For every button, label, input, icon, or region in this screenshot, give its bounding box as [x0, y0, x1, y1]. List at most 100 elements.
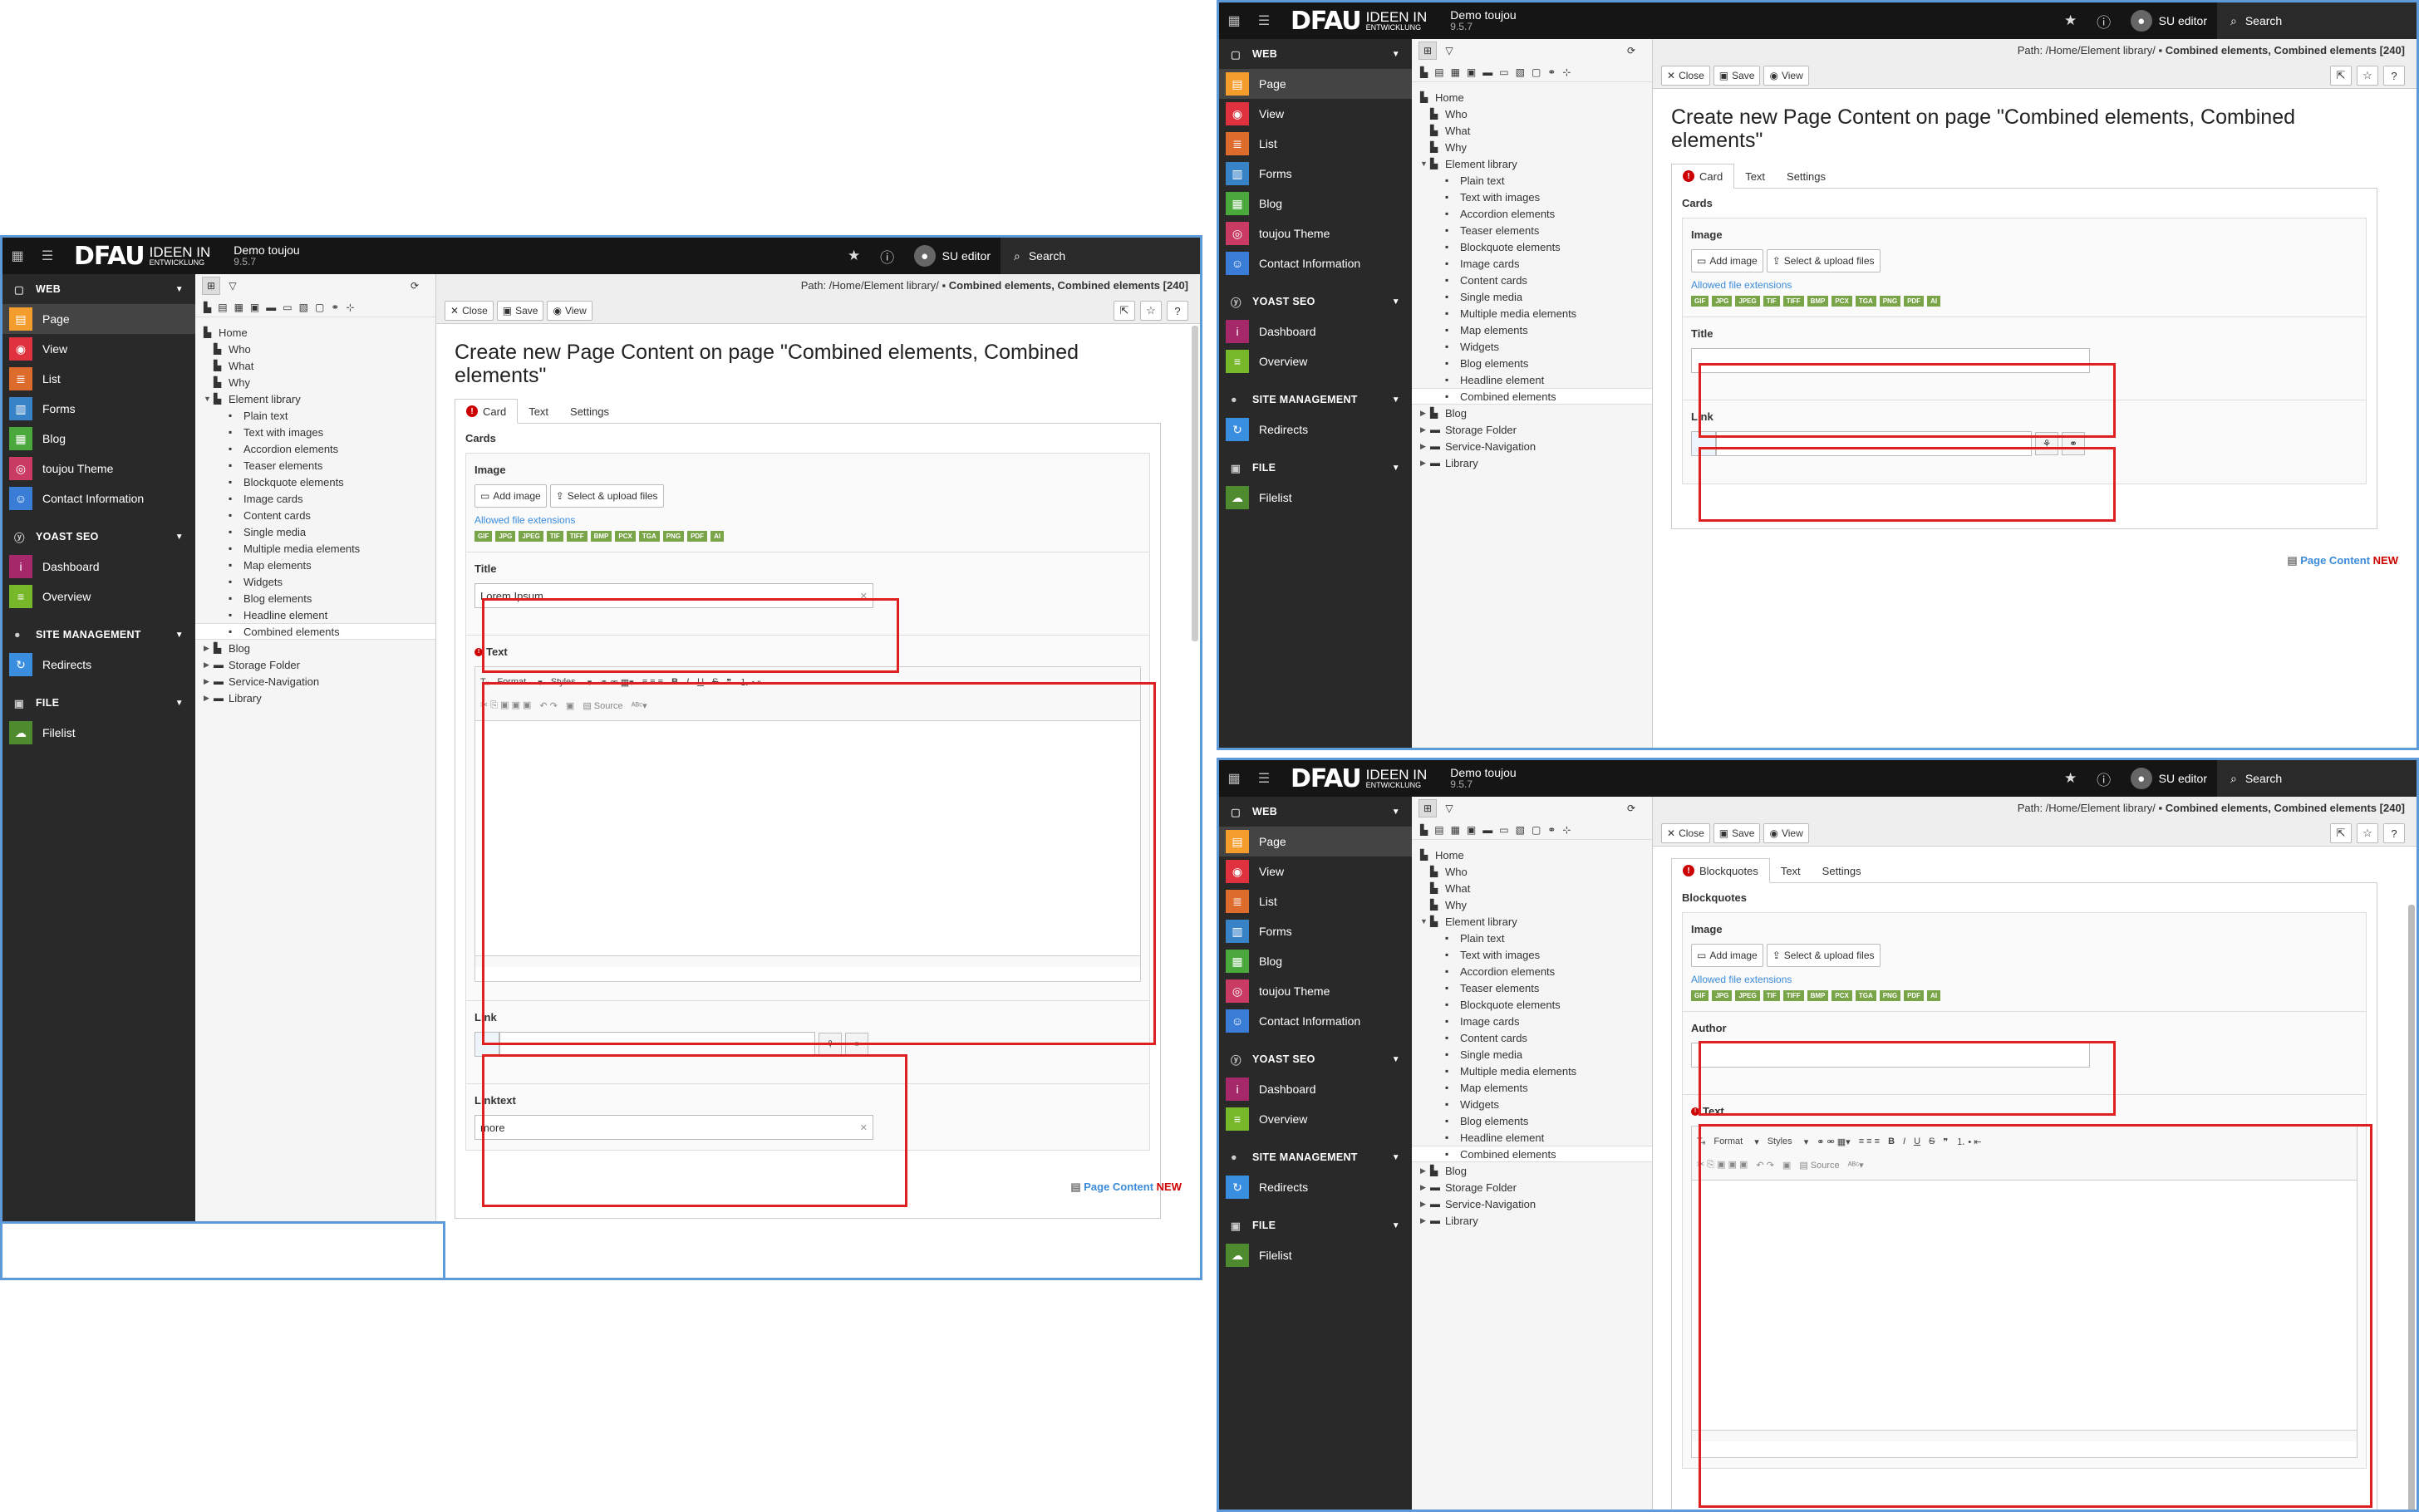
tree-storage[interactable]: ▶ ▬ Storage Folder	[1412, 421, 1652, 438]
expand-icon[interactable]: ▼	[1420, 160, 1430, 168]
bookmark-star-icon[interactable]: ★	[838, 248, 871, 264]
tree-service[interactable]: ▶ ▬ Service-Navigation	[195, 673, 435, 690]
apps-grid-icon[interactable]: ▦	[1219, 2, 1249, 39]
tree-child[interactable]: ▪ Image cards	[1412, 255, 1652, 272]
module-overview[interactable]: ≡ Overview	[1219, 346, 1412, 376]
upload-button[interactable]: ⇪ Select & upload files	[1766, 249, 1881, 272]
refresh-icon[interactable]: ⟳	[1622, 799, 1640, 817]
help-button[interactable]: ?	[2383, 66, 2405, 86]
tree-child[interactable]: ▪ Teaser elements	[195, 457, 435, 474]
module-forms[interactable]: ▥ Forms	[2, 394, 195, 424]
tree-library[interactable]: ▶ ▬ Library	[195, 690, 435, 706]
tree-child[interactable]: ▪ Blockquote elements	[195, 474, 435, 490]
user-menu[interactable]: ● SU editor	[2121, 10, 2217, 32]
tree-child[interactable]: ▪ Multiple media elements	[1412, 1063, 1652, 1079]
tree-child-selected[interactable]: ▪ Combined elements	[1412, 388, 1652, 405]
list-toggle-icon[interactable]: ☰	[1249, 2, 1279, 39]
tree-element-library[interactable]: ▼ ▙ Element library	[1412, 155, 1652, 172]
help-button[interactable]: ?	[1167, 301, 1188, 321]
open-new-window-icon[interactable]: ⇱	[2330, 823, 2352, 843]
tree-storage[interactable]: ▶ ▬ Storage Folder	[195, 656, 435, 673]
tree-blog[interactable]: ▶ ▙ Blog	[1412, 1162, 1652, 1179]
tree-who[interactable]: ▙ Who	[1412, 863, 1652, 880]
tree-library[interactable]: ▶ ▬ Library	[1412, 454, 1652, 471]
tree-element-library[interactable]: ▼ ▙ Element library	[195, 390, 435, 407]
group-site[interactable]: ● SITE MANAGEMENT ▼	[2, 620, 195, 650]
save-button[interactable]: ▣ Save	[496, 301, 544, 321]
add-image-button[interactable]: ▭ Add image	[474, 484, 547, 508]
module-redirects[interactable]: ↻ Redirects	[1219, 1172, 1412, 1202]
module-page[interactable]: ▤ Page	[2, 304, 195, 334]
tree-child[interactable]: ▪ Image cards	[195, 490, 435, 507]
expand-icon[interactable]: ▼	[1420, 917, 1430, 925]
allowed-extensions-link[interactable]: Allowed file extensions	[1691, 974, 2358, 985]
tree-child[interactable]: ▪ Headline element	[1412, 371, 1652, 388]
module-blog[interactable]: ▦ Blog	[2, 424, 195, 454]
group-file[interactable]: ▣ FILE ▼	[2, 688, 195, 718]
save-button[interactable]: ▣ Save	[1713, 66, 1761, 86]
new-page-icon[interactable]: ⊞	[202, 277, 220, 295]
module-view[interactable]: ◉ View	[1219, 99, 1412, 129]
module-dashboard[interactable]: i Dashboard	[1219, 1074, 1412, 1104]
tab-card[interactable]: ! Card	[1671, 164, 1735, 189]
view-button[interactable]: ◉ View	[547, 301, 592, 321]
tree-child-selected[interactable]: ▪ Combined elements	[1412, 1146, 1652, 1162]
module-forms[interactable]: ▥ Forms	[1219, 916, 1412, 946]
module-contact[interactable]: ☺ Contact Information	[1219, 248, 1412, 278]
filter-icon[interactable]: ▽	[1440, 42, 1458, 60]
tree-child[interactable]: ▪ Multiple media elements	[195, 540, 435, 557]
module-redirects[interactable]: ↻ Redirects	[1219, 415, 1412, 444]
tree-child[interactable]: ▪ Widgets	[1412, 338, 1652, 355]
open-new-window-icon[interactable]: ⇱	[1114, 301, 1135, 321]
tree-child[interactable]: ▪ Map elements	[1412, 322, 1652, 338]
module-theme[interactable]: ◎ toujou Theme	[1219, 218, 1412, 248]
refresh-icon[interactable]: ⟳	[1622, 42, 1640, 60]
tab-text[interactable]: Text	[1770, 858, 1812, 883]
module-list[interactable]: ≣ List	[1219, 886, 1412, 916]
tree-blog[interactable]: ▶ ▙ Blog	[1412, 405, 1652, 421]
filter-icon[interactable]: ▽	[224, 277, 242, 295]
module-dashboard[interactable]: i Dashboard	[2, 552, 195, 582]
tree-why[interactable]: ▙ Why	[1412, 139, 1652, 155]
tree-service[interactable]: ▶ ▬ Service-Navigation	[1412, 1195, 1652, 1212]
tree-child[interactable]: ▪ Plain text	[195, 407, 435, 424]
tree-child[interactable]: ▪ Text with images	[1412, 946, 1652, 963]
tab-text[interactable]: Text	[1734, 164, 1776, 189]
group-web[interactable]: ▢ WEB ▼	[2, 274, 195, 304]
search-button[interactable]: ⌕ Search	[1001, 238, 1200, 274]
module-redirects[interactable]: ↻ Redirects	[2, 650, 195, 680]
help-icon[interactable]: ⓘ	[2087, 11, 2121, 32]
tree-child[interactable]: ▪ Content cards	[1412, 272, 1652, 288]
tab-card[interactable]: ! Card	[455, 399, 519, 424]
add-image-button[interactable]: ▭ Add image	[1691, 944, 1763, 967]
group-web[interactable]: ▢ WEB ▼	[1219, 39, 1412, 69]
module-filelist[interactable]: ☁ Filelist	[1219, 1240, 1412, 1270]
view-button[interactable]: ◉ View	[1763, 66, 1809, 86]
tree-home[interactable]: ▙ Home	[1412, 89, 1652, 106]
scrollbar[interactable]	[2408, 905, 2415, 1510]
module-list[interactable]: ≣ List	[1219, 129, 1412, 159]
bookmark-star-icon[interactable]: ★	[2054, 12, 2087, 29]
bookmark-icon[interactable]: ☆	[1140, 301, 1162, 321]
tree-what[interactable]: ▙ What	[195, 357, 435, 374]
user-menu[interactable]: ● SU editor	[2121, 768, 2217, 789]
module-theme[interactable]: ◎ toujou Theme	[1219, 976, 1412, 1006]
tree-who[interactable]: ▙ Who	[195, 341, 435, 357]
expand-icon[interactable]: ▼	[204, 395, 214, 403]
tree-child[interactable]: ▪ Map elements	[1412, 1079, 1652, 1096]
tree-child[interactable]: ▪ Content cards	[195, 507, 435, 523]
group-yoast[interactable]: ⓨ YOAST SEO ▼	[2, 522, 195, 552]
group-yoast[interactable]: ⓨ YOAST SEO ▼	[1219, 287, 1412, 317]
help-icon[interactable]: ⓘ	[2087, 768, 2121, 789]
tree-child[interactable]: ▪ Text with images	[195, 424, 435, 440]
allowed-extensions-link[interactable]: Allowed file extensions	[1691, 279, 2358, 291]
tree-child[interactable]: ▪ Blog elements	[195, 590, 435, 606]
user-menu[interactable]: ● SU editor	[904, 245, 1001, 267]
group-file[interactable]: ▣ FILE ▼	[1219, 453, 1412, 483]
list-toggle-icon[interactable]: ☰	[32, 238, 62, 274]
tree-child[interactable]: ▪ Blog elements	[1412, 1112, 1652, 1129]
refresh-icon[interactable]: ⟳	[406, 277, 424, 295]
tree-child[interactable]: ▪ Multiple media elements	[1412, 305, 1652, 322]
tree-child[interactable]: ▪ Accordion elements	[1412, 963, 1652, 979]
tree-element-library[interactable]: ▼ ▙ Element library	[1412, 913, 1652, 930]
